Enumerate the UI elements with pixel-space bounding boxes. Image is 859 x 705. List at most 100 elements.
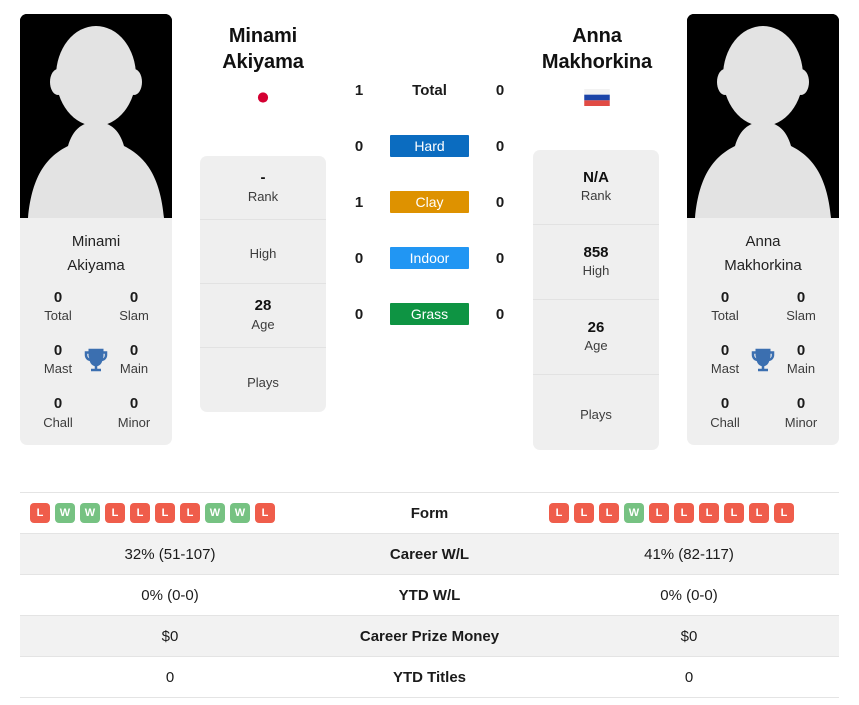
- title-stat-value: 0: [720, 289, 730, 306]
- title-stat-value: 0: [796, 289, 806, 306]
- surface-titles-comparison: 1 Total 0 0 Hard 0 1 Clay 0 0 Indoor 0 0…: [346, 62, 513, 342]
- form-cell-right: LLLWLLLLLL: [539, 492, 839, 534]
- info-label: Age: [251, 316, 275, 332]
- form-badge-l: L: [255, 503, 275, 523]
- player-info-card-left: - Rank High 28 Age Plays: [200, 156, 326, 412]
- trophy-icon: [751, 348, 775, 371]
- title-stat-label: Total: [711, 308, 739, 324]
- form-badge-l: L: [180, 503, 200, 523]
- title-stat-label: Minor: [784, 414, 818, 430]
- form-badge-l: L: [674, 503, 694, 523]
- form-badge-l: L: [130, 503, 150, 523]
- title-stat-chall-right: 0 Chall: [687, 394, 763, 431]
- surface-count-left: 0: [354, 137, 364, 155]
- surface-badge-indoor: Indoor: [390, 247, 469, 269]
- title-stat-value: 0: [129, 395, 139, 413]
- player-first-name-right: Anna: [572, 25, 622, 47]
- surface-row-indoor: 0 Indoor 0: [346, 230, 513, 286]
- surface-count-right: 0: [495, 249, 505, 267]
- form-badges-right: LLLWLLLLLL: [549, 503, 829, 523]
- form-badge-l: L: [749, 503, 769, 523]
- surface-badge-grass: Grass: [390, 303, 469, 325]
- title-stat-value: 0: [53, 395, 63, 413]
- surface-count-right: 0: [495, 193, 505, 211]
- title-stat-total-left: 0 Total: [20, 288, 96, 325]
- form-badge-l: L: [774, 503, 794, 523]
- row-label-ytd-titles: YTD Titles: [320, 656, 539, 698]
- info-value: -: [260, 169, 266, 187]
- info-label: Rank: [580, 188, 612, 204]
- titles-box-left: 0 Total 0 Slam 0 Mast 0 Main 0 Chall 0 M…: [20, 274, 172, 446]
- info-cell-high-left: High: [200, 220, 326, 284]
- caption-first-name-left: Minami: [71, 233, 121, 250]
- info-value: 26: [587, 318, 605, 336]
- form-badge-w: W: [55, 503, 75, 523]
- info-cell-age-left: 28 Age: [200, 284, 326, 348]
- career-wl-right: 41% (82-117): [539, 533, 839, 575]
- titles-grid-left: 0 Total 0 Slam 0 Mast 0 Main 0 Chall 0 M…: [20, 288, 172, 431]
- ytd-wl-left: 0% (0-0): [20, 574, 320, 616]
- career-wl-left: 32% (51-107): [20, 533, 320, 575]
- surface-count-left: 0: [354, 249, 364, 267]
- form-badge-l: L: [155, 503, 175, 523]
- russia-flag-icon: [584, 89, 610, 107]
- player-info-card-right: N/A Rank 858 High 26 Age Plays: [533, 150, 659, 450]
- form-badge-l: L: [549, 503, 569, 523]
- title-stat-total-right: 0 Total: [687, 288, 763, 325]
- info-label: Rank: [247, 188, 279, 204]
- player-photo-left: [20, 14, 172, 218]
- form-badge-l: L: [649, 503, 669, 523]
- player-silhouette-icon: [687, 14, 839, 218]
- surface-row-total: 1 Total 0: [346, 62, 513, 118]
- info-cell-plays-right: Plays: [533, 375, 659, 450]
- ytd-wl-right: 0% (0-0): [539, 574, 839, 616]
- trophy-icon: [84, 348, 108, 371]
- surface-count-left: 1: [354, 193, 364, 211]
- form-badge-w: W: [80, 503, 100, 523]
- form-badge-l: L: [574, 503, 594, 523]
- ytd-titles-right: 0: [539, 656, 839, 698]
- player-first-name-left: Minami: [228, 25, 298, 47]
- surface-count-right: 0: [495, 137, 505, 155]
- form-badge-l: L: [105, 503, 125, 523]
- title-stat-label: Slam: [786, 308, 816, 324]
- info-value: 858: [583, 243, 609, 261]
- info-label: High: [582, 263, 610, 279]
- player-photo-column-left: Minami Akiyama: [20, 14, 172, 293]
- info-value: 28: [254, 297, 272, 315]
- info-label: Plays: [247, 374, 279, 390]
- surface-row-clay: 1 Clay 0: [346, 174, 513, 230]
- surface-count-left: 1: [354, 81, 364, 99]
- title-stat-value: 0: [796, 395, 806, 413]
- title-stat-label: Minor: [117, 414, 151, 430]
- table-row-career-wl: 32% (51-107) Career W/L 41% (82-117): [20, 533, 839, 575]
- table-row-ytd-wl: 0% (0-0) YTD W/L 0% (0-0): [20, 574, 839, 616]
- title-stat-label: Slam: [119, 308, 149, 324]
- table-row-form: LWWLLLLWWL Form LLLWLLLLLL: [20, 492, 839, 534]
- comparison-table: LWWLLLLWWL Form LLLWLLLLLL 32% (51-107) …: [20, 492, 839, 698]
- title-stat-slam-left: 0 Slam: [96, 288, 172, 325]
- form-badge-l: L: [30, 503, 50, 523]
- title-stat-chall-left: 0 Chall: [20, 394, 96, 431]
- table-row-ytd-titles: 0 YTD Titles 0: [20, 656, 839, 698]
- info-value: N/A: [583, 168, 609, 186]
- form-badge-l: L: [599, 503, 619, 523]
- surface-badge-clay: Clay: [390, 191, 469, 213]
- form-badge-w: W: [624, 503, 644, 523]
- japan-flag-icon: [250, 89, 276, 107]
- title-stat-label: Total: [44, 308, 72, 324]
- info-cell-age-right: 26 Age: [533, 300, 659, 375]
- player-photo-column-right: Anna Makhorkina: [687, 14, 839, 293]
- title-stat-value: 0: [53, 289, 63, 306]
- player-name-header-left: Minami Akiyama: [163, 24, 363, 107]
- surface-count-left: 0: [354, 305, 364, 323]
- surface-badge-total: Total: [412, 81, 447, 99]
- player-last-name-right: Makhorkina: [541, 50, 653, 73]
- info-cell-high-right: 858 High: [533, 225, 659, 300]
- surface-row-grass: 0 Grass 0: [346, 286, 513, 342]
- caption-first-name-right: Anna: [745, 233, 781, 250]
- row-label-ytd-wl: YTD W/L: [320, 574, 539, 616]
- title-stat-label: Chall: [710, 414, 740, 430]
- surface-count-right: 0: [495, 81, 505, 99]
- title-stat-value: 0: [720, 395, 730, 413]
